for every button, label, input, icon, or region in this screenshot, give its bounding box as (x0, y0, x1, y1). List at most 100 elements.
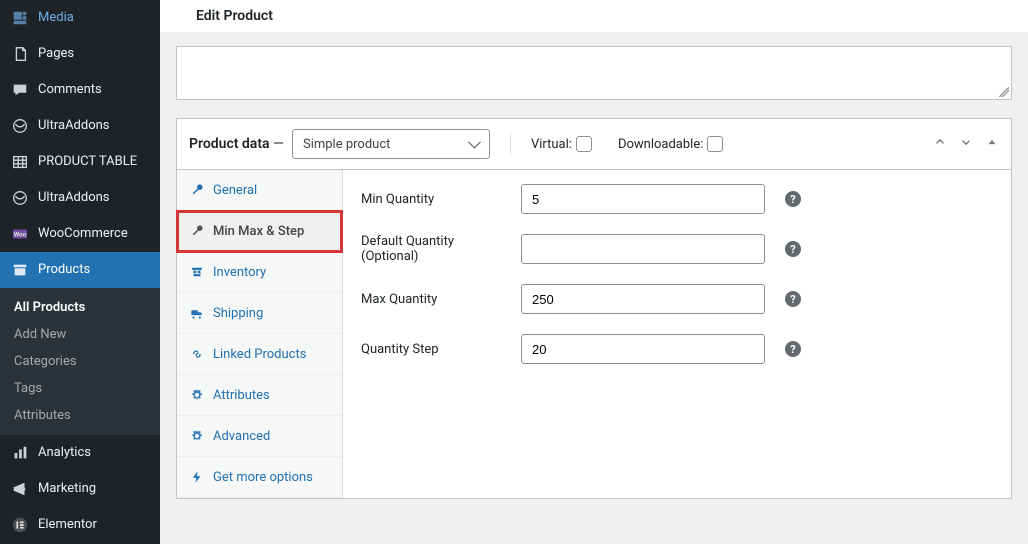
sidebar-item-label: Analytics (38, 444, 91, 462)
ultraaddons-icon (10, 116, 30, 136)
tab-min-max-step[interactable]: Min Max & Step (177, 211, 342, 252)
sidebar-item-label: Products (38, 261, 90, 279)
svg-text:Woo: Woo (14, 231, 27, 239)
tab-advanced[interactable]: Advanced (177, 416, 342, 457)
sidebar-item-label: Comments (38, 81, 102, 99)
panel-move-down-icon[interactable] (959, 135, 973, 153)
label-max-quantity: Max Quantity (361, 292, 513, 307)
input-max-quantity[interactable] (521, 284, 765, 314)
input-default-quantity[interactable] (521, 234, 765, 264)
sidebar-item-label: PRODUCT TABLE (38, 153, 137, 171)
submenu-add-new[interactable]: Add New (0, 321, 160, 348)
truck-icon (189, 305, 205, 321)
sidebar-item-woocommerce[interactable]: Woo WooCommerce (0, 216, 160, 252)
panel-move-up-icon[interactable] (933, 135, 947, 153)
sidebar-item-label: WooCommerce (38, 225, 128, 243)
page-title: Edit Product (160, 0, 1028, 32)
analytics-icon (10, 443, 30, 463)
help-icon[interactable]: ? (785, 241, 801, 257)
row-quantity-step: Quantity Step ? (361, 334, 993, 364)
tab-inventory[interactable]: Inventory (177, 252, 342, 293)
input-min-quantity[interactable] (521, 184, 765, 214)
gear-icon (189, 387, 205, 403)
row-max-quantity: Max Quantity ? (361, 284, 993, 314)
downloadable-label: Downloadable: (618, 137, 703, 152)
ultraaddons-icon (10, 188, 30, 208)
tab-get-more-options[interactable]: Get more options (177, 457, 342, 498)
sidebar-item-label: Pages (38, 45, 74, 63)
product-type-selected: Simple product (303, 137, 390, 152)
pages-icon (10, 44, 30, 64)
virtual-label: Virtual: (531, 137, 572, 152)
help-icon[interactable]: ? (785, 191, 801, 207)
tab-label: Attributes (213, 388, 270, 403)
sidebar-item-label: UltraAddons (38, 117, 110, 135)
description-editor[interactable] (176, 46, 1012, 100)
downloadable-toggle[interactable]: Downloadable: (618, 136, 723, 152)
sidebar-item-ultraaddons-2[interactable]: UltraAddons (0, 180, 160, 216)
virtual-checkbox[interactable] (576, 136, 592, 152)
media-icon (10, 8, 30, 28)
product-data-panel: Product data — Simple product Virtual: D… (176, 118, 1012, 499)
submenu-tags[interactable]: Tags (0, 375, 160, 402)
tab-label: Shipping (213, 306, 263, 321)
sidebar-submenu-products: All Products Add New Categories Tags Att… (0, 288, 160, 435)
tab-general[interactable]: General (177, 170, 342, 211)
separator (510, 133, 511, 155)
tab-label: Inventory (213, 265, 266, 280)
tab-linked-products[interactable]: Linked Products (177, 334, 342, 375)
sidebar-item-pages[interactable]: Pages (0, 36, 160, 72)
row-min-quantity: Min Quantity ? (361, 184, 993, 214)
virtual-toggle[interactable]: Virtual: (531, 136, 592, 152)
products-icon (10, 260, 30, 280)
marketing-icon (10, 479, 30, 499)
tab-label: General (213, 183, 257, 198)
help-icon[interactable]: ? (785, 291, 801, 307)
sidebar-item-marketing[interactable]: Marketing (0, 471, 160, 507)
sidebar-item-label: Elementor (38, 516, 97, 534)
product-data-tabs: General Min Max & Step I (177, 170, 343, 498)
downloadable-checkbox[interactable] (707, 136, 723, 152)
tab-label: Min Max & Step (213, 224, 304, 239)
main-content: Edit Product Product data — Simple produ… (160, 0, 1028, 544)
comments-icon (10, 80, 30, 100)
label-quantity-step: Quantity Step (361, 342, 513, 357)
sidebar-item-product-table[interactable]: PRODUCT TABLE (0, 144, 160, 180)
link-icon (189, 346, 205, 362)
sidebar-item-products[interactable]: Products (0, 252, 160, 288)
sidebar-item-analytics[interactable]: Analytics (0, 435, 160, 471)
wrench-icon (189, 182, 205, 198)
sidebar-item-label: Media (38, 9, 74, 27)
sidebar-item-media[interactable]: Media (0, 0, 160, 36)
submenu-attributes[interactable]: Attributes (0, 402, 160, 429)
product-data-header: Product data — Simple product Virtual: D… (177, 119, 1011, 170)
submenu-all-products[interactable]: All Products (0, 294, 160, 321)
input-quantity-step[interactable] (521, 334, 765, 364)
sidebar-item-elementor[interactable]: Elementor (0, 507, 160, 543)
sidebar-item-label: UltraAddons (38, 189, 110, 207)
table-icon (10, 152, 30, 172)
help-icon[interactable]: ? (785, 341, 801, 357)
min-max-step-panel: Min Quantity ? Default Quantity (Optiona… (343, 170, 1011, 498)
label-min-quantity: Min Quantity (361, 192, 513, 207)
submenu-categories[interactable]: Categories (0, 348, 160, 375)
sidebar-item-label: Marketing (38, 480, 96, 498)
label-default-quantity: Default Quantity (Optional) (361, 234, 513, 264)
tab-shipping[interactable]: Shipping (177, 293, 342, 334)
panel-collapse-icon[interactable] (985, 135, 999, 153)
gear-icon (189, 428, 205, 444)
lightning-icon (189, 469, 205, 485)
inventory-icon (189, 264, 205, 280)
tab-attributes[interactable]: Attributes (177, 375, 342, 416)
row-default-quantity: Default Quantity (Optional) ? (361, 234, 993, 264)
woocommerce-icon: Woo (10, 224, 30, 244)
admin-sidebar: Media Pages Comments UltraAddons PRODUCT (0, 0, 160, 544)
product-data-title: Product data — (189, 136, 284, 152)
sidebar-item-comments[interactable]: Comments (0, 72, 160, 108)
wrench-icon (189, 223, 205, 239)
sidebar-item-ultraaddons-1[interactable]: UltraAddons (0, 108, 160, 144)
elementor-icon (10, 515, 30, 535)
product-type-select[interactable]: Simple product (292, 129, 490, 159)
tab-label: Get more options (213, 470, 313, 485)
tab-label: Linked Products (213, 347, 306, 362)
